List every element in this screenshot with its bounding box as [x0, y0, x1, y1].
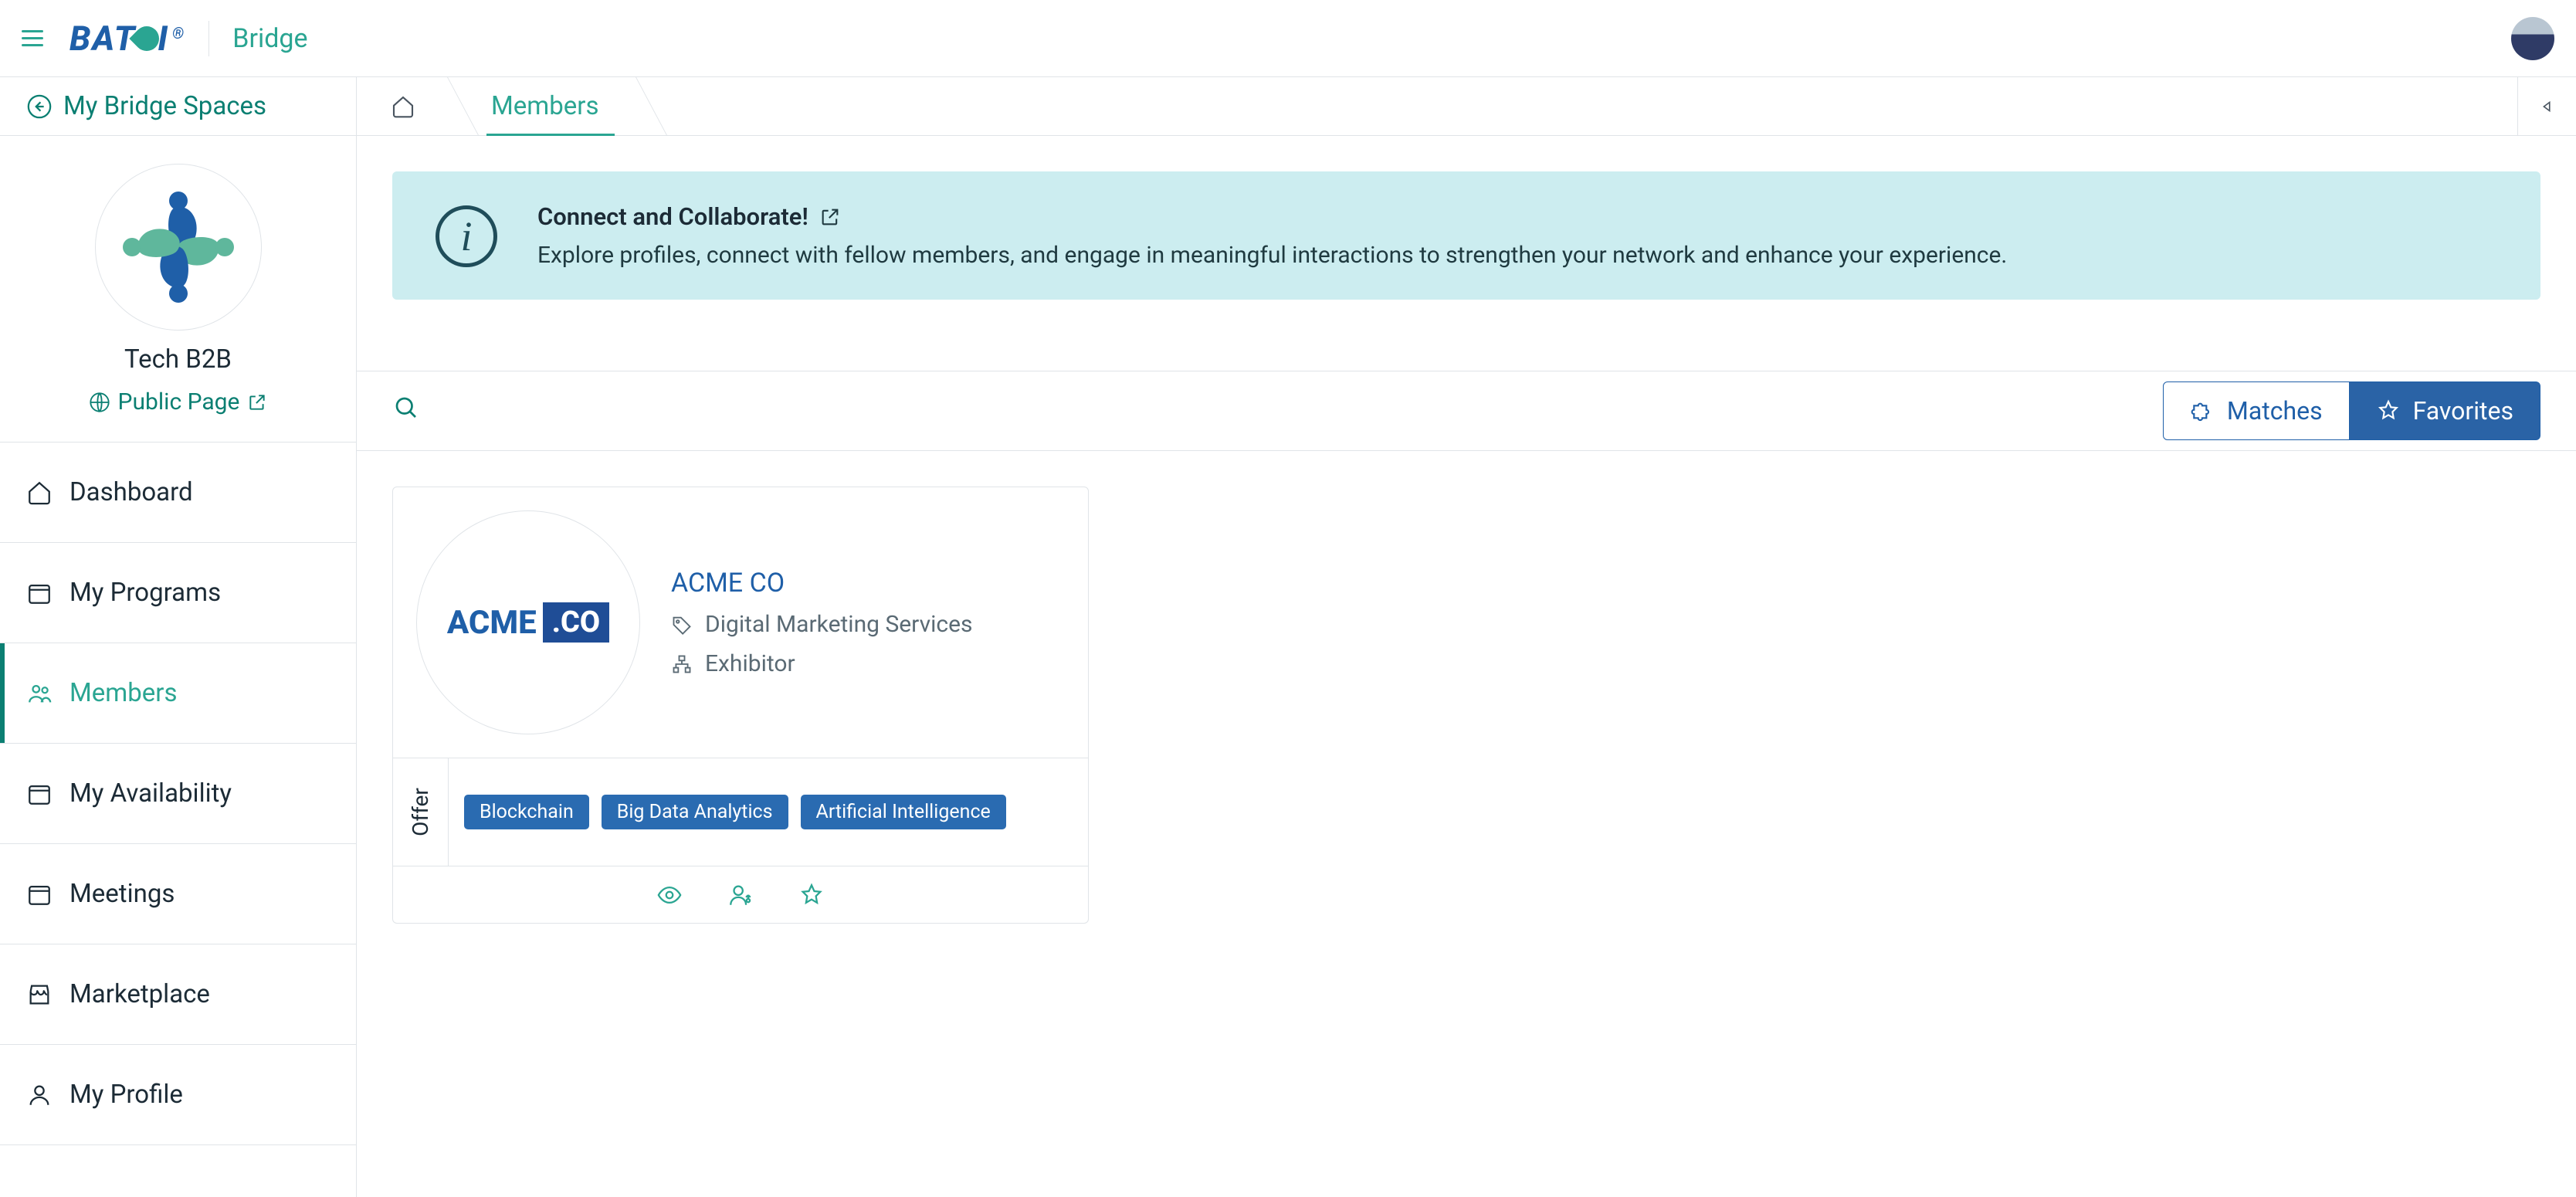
user-avatar[interactable]	[2511, 17, 2554, 60]
home-icon	[391, 94, 415, 119]
member-logo-text: ACME	[447, 604, 537, 642]
offer-tags: Blockchain Big Data Analytics Artificial…	[449, 758, 1022, 866]
member-category: Digital Marketing Services	[705, 611, 973, 638]
triangle-left-icon	[2539, 98, 2556, 115]
sidebar-item-dashboard[interactable]: Dashboard	[0, 443, 356, 543]
sidebar-item-label: My Programs	[69, 578, 221, 608]
sidebar-item-members[interactable]: Members	[0, 643, 356, 744]
sidebar-item-label: Dashboard	[69, 477, 193, 507]
external-link-icon[interactable]	[819, 206, 841, 228]
workspace-logo	[95, 164, 262, 331]
matches-label: Matches	[2227, 396, 2323, 426]
brand-separator	[208, 21, 209, 56]
workspace-name: Tech B2B	[124, 344, 232, 375]
star-icon	[2376, 398, 2401, 423]
sidebar-item-my-programs[interactable]: My Programs	[0, 543, 356, 643]
member-logo-box: .CO	[543, 602, 609, 643]
info-icon: i	[436, 205, 497, 267]
public-page-label: Public Page	[118, 388, 240, 415]
sidebar-item-label: My Availability	[69, 778, 232, 809]
search-button[interactable]	[392, 394, 420, 428]
app-name[interactable]: Bridge	[232, 23, 307, 54]
connect-icon[interactable]	[727, 882, 754, 908]
store-icon	[26, 982, 53, 1008]
sidebar-item-meetings[interactable]: Meetings	[0, 844, 356, 944]
info-banner: i Connect and Collaborate! Explore profi…	[392, 171, 2540, 300]
matches-button[interactable]: Matches	[2163, 381, 2350, 440]
info-title: Connect and Collaborate!	[537, 202, 808, 231]
sidebar-item-label: Meetings	[69, 879, 175, 909]
member-role: Exhibitor	[705, 650, 795, 677]
hamburger-menu[interactable]	[22, 30, 43, 46]
offer-tag[interactable]: Artificial Intelligence	[801, 795, 1006, 829]
member-name[interactable]: ACME CO	[671, 568, 973, 598]
sidebar-item-label: Members	[69, 678, 178, 708]
breadcrumb-home[interactable]	[357, 77, 449, 135]
search-icon	[392, 394, 420, 422]
home-icon	[26, 480, 53, 506]
tag-icon	[671, 614, 693, 636]
breadcrumb-current[interactable]: Members	[449, 77, 638, 135]
breadcrumb: Members	[357, 77, 2576, 136]
favorites-button[interactable]: Favorites	[2350, 381, 2540, 440]
member-logo: ACME .CO	[416, 510, 640, 734]
info-description: Explore profiles, connect with fellow me…	[537, 242, 2007, 269]
my-bridge-spaces-label: My Bridge Spaces	[63, 91, 266, 121]
sidebar-item-marketplace[interactable]: Marketplace	[0, 944, 356, 1045]
collapse-button[interactable]	[2517, 77, 2576, 135]
offer-label: Offer	[393, 758, 449, 866]
star-outline-icon[interactable]	[798, 882, 825, 908]
sidebar-item-label: My Profile	[69, 1080, 183, 1110]
sidebar-item-my-profile[interactable]: My Profile	[0, 1045, 356, 1145]
favorites-label: Favorites	[2413, 396, 2513, 426]
calendar-icon	[26, 781, 53, 807]
public-page-link[interactable]: Public Page	[89, 388, 268, 415]
sidebar-item-label: Marketplace	[69, 979, 210, 1009]
sidebar-item-my-availability[interactable]: My Availability	[0, 744, 356, 844]
offer-tag[interactable]: Blockchain	[464, 795, 589, 829]
my-bridge-spaces-link[interactable]: My Bridge Spaces	[0, 77, 356, 136]
globe-icon	[89, 392, 110, 413]
eye-icon[interactable]	[656, 882, 683, 908]
calendar-icon	[26, 580, 53, 606]
sitemap-icon	[671, 653, 693, 675]
puzzle-icon	[2190, 398, 2215, 423]
brand-logo[interactable]: BATI®	[69, 19, 185, 59]
calendar-icon	[26, 881, 53, 907]
offer-tag[interactable]: Big Data Analytics	[602, 795, 788, 829]
members-icon	[26, 680, 53, 707]
user-icon	[26, 1082, 53, 1108]
external-link-icon	[247, 392, 267, 412]
back-circle-icon	[26, 93, 53, 120]
member-card: ACME .CO ACME CO Digital Marketing Servi…	[392, 487, 1089, 924]
breadcrumb-label: Members	[491, 91, 599, 121]
